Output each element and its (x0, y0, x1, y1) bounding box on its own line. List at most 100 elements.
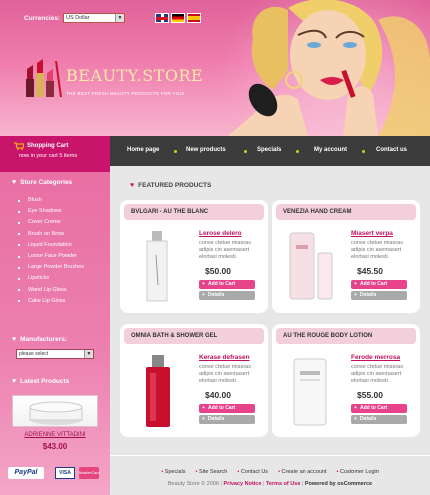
add-to-cart-button[interactable]: Add to Cart (199, 280, 255, 289)
product-description: conse ctetue miasras adipis cin asemaser… (351, 364, 403, 384)
logo-title[interactable]: BEAUTY.STORE (66, 66, 203, 85)
categories-heading: ♥ Store Categories (12, 179, 72, 186)
powered-by-link[interactable]: Powered by osCommerce (305, 481, 372, 487)
english-flag-icon[interactable] (155, 13, 169, 23)
category-item[interactable]: Loose Face Powder (18, 251, 84, 262)
product-card-title: VENEZIA HAND CREAM (276, 204, 416, 220)
mastercard-logo-icon: MasterCard (79, 467, 100, 479)
category-item[interactable]: Lipsticks (18, 273, 84, 284)
nav-new-products[interactable]: New products (186, 147, 226, 153)
category-item[interactable]: Brush on Brow (18, 229, 84, 240)
category-item[interactable]: Liquid Foundation (18, 240, 84, 251)
category-label: Large Powder Brushes (28, 264, 84, 271)
footer-link-create-account[interactable]: Create an account (278, 469, 327, 475)
product-description: conse ctetue miasras adipis cin asemaser… (199, 240, 251, 260)
category-item[interactable]: Large Powder Brushes (18, 262, 84, 273)
copyright-text: Beauty Store © 2006 (167, 481, 220, 487)
nav-dot (244, 150, 247, 153)
bullet-icon (18, 210, 20, 213)
model-illustration (228, 0, 430, 136)
german-flag-icon[interactable] (171, 13, 185, 23)
manufacturers-value: please select (19, 351, 49, 357)
nav-home[interactable]: Home page (127, 147, 159, 153)
product-name[interactable]: Ferode merrosa (351, 354, 400, 361)
bullet-icon (18, 289, 20, 292)
details-button[interactable]: Details (351, 291, 407, 300)
footer-link-site-search[interactable]: Site Search (195, 469, 227, 475)
add-to-cart-button[interactable]: Add to Cart (351, 280, 407, 289)
nav-dot (174, 150, 177, 153)
product-name[interactable]: Miasert verpa (351, 230, 393, 237)
latest-title: Latest Products (20, 378, 70, 385)
footer-copyright: Beauty Store © 2006 | Privacy Notice | T… (110, 481, 430, 487)
cart-icon (14, 142, 24, 150)
category-label: Cover Creme (28, 219, 61, 226)
add-to-cart-button[interactable]: Add to Cart (351, 404, 407, 413)
payment-logos: PayPal VISA MasterCard (0, 463, 110, 495)
footer-link-login[interactable]: Customer Login (336, 469, 379, 475)
language-flags (155, 13, 201, 23)
category-label: Brush on Brow (28, 230, 65, 237)
manufacturers-title: Manufacturers: (20, 336, 68, 343)
product-image[interactable] (282, 225, 338, 307)
visa-logo-icon: VISA (55, 467, 75, 479)
latest-product-image[interactable] (12, 395, 98, 427)
product-name[interactable]: Lerose delero (199, 230, 242, 237)
category-item[interactable]: Cake Lip Gloss (18, 296, 84, 307)
bullet-icon (18, 266, 20, 269)
spanish-flag-icon[interactable] (187, 13, 201, 23)
nav-dot (296, 150, 299, 153)
bullet-icon (18, 300, 20, 303)
manufacturers-select[interactable]: please select ▼ (16, 349, 94, 359)
product-image[interactable] (282, 349, 338, 431)
nav-my-account[interactable]: My account (314, 147, 347, 153)
nav-contact-us[interactable]: Contact us (376, 147, 407, 153)
latest-product-name[interactable]: ADRIENNE VITTADINI (0, 432, 110, 438)
categories-title: Store Categories (20, 179, 73, 186)
featured-heading: ♥ FEATURED PRODUCTS (130, 182, 211, 189)
product-price: $50.00 (205, 266, 231, 276)
add-to-cart-button[interactable]: Add to Cart (199, 404, 255, 413)
shopping-cart-box[interactable]: Shopping Cart now in your cart 5 items (0, 136, 110, 172)
chevron-down-icon: ▼ (115, 14, 124, 22)
bullet-icon (18, 277, 20, 280)
bullet-icon (18, 244, 20, 247)
product-price: $40.00 (205, 390, 231, 400)
bullet-icon (18, 233, 20, 236)
category-list: Blush Eye Shadows Cover Creme Brush on Brow… (18, 195, 84, 307)
category-label: Lipsticks (28, 275, 50, 282)
product-price: $45.50 (357, 266, 383, 276)
sidebar: Shopping Cart now in your cart 5 items ♥… (0, 136, 110, 495)
category-item[interactable]: Cover Creme (18, 217, 84, 228)
product-image[interactable] (130, 349, 186, 431)
details-button[interactable]: Details (199, 291, 255, 300)
footer: Specials Site Search Contact Us Create a… (110, 455, 430, 495)
bullet-icon (18, 221, 20, 224)
footer-link-specials[interactable]: Specials (161, 469, 186, 475)
latest-heading: ♥ Latest Products (12, 378, 69, 385)
nav-specials[interactable]: Specials (257, 147, 281, 153)
category-label: Loose Face Powder (28, 252, 77, 259)
terms-link[interactable]: Terms of Use (266, 481, 300, 487)
currency-select[interactable]: US Dollar ▼ (63, 13, 125, 23)
manufacturers-heading: ♥ Manufacturers: (12, 336, 67, 343)
details-button[interactable]: Details (351, 415, 407, 424)
cart-status: now in your cart 5 items (19, 153, 78, 159)
category-item[interactable]: Blush (18, 195, 84, 206)
heart-icon: ♥ (130, 182, 135, 189)
lipstick-logo-icon[interactable] (24, 55, 62, 100)
heart-icon: ♥ (12, 336, 17, 343)
product-image[interactable] (130, 225, 186, 307)
cart-title[interactable]: Shopping Cart (27, 143, 68, 149)
category-item[interactable]: Wand Lip Gloss (18, 285, 84, 296)
privacy-link[interactable]: Privacy Notice (224, 481, 262, 487)
product-card-title: OMNIA BATH & SHOWER GEL (124, 328, 264, 344)
featured-title: FEATURED PRODUCTS (138, 182, 212, 189)
details-button[interactable]: Details (199, 415, 255, 424)
product-card: VENEZIA HAND CREAM Miasert verpa conse c… (272, 200, 420, 313)
currency-label: Currencies: (24, 15, 61, 22)
category-item[interactable]: Eye Shadows (18, 206, 84, 217)
product-name[interactable]: Kerase defrasen (199, 354, 250, 361)
footer-link-contact[interactable]: Contact Us (237, 469, 268, 475)
heart-icon: ♥ (12, 378, 17, 385)
